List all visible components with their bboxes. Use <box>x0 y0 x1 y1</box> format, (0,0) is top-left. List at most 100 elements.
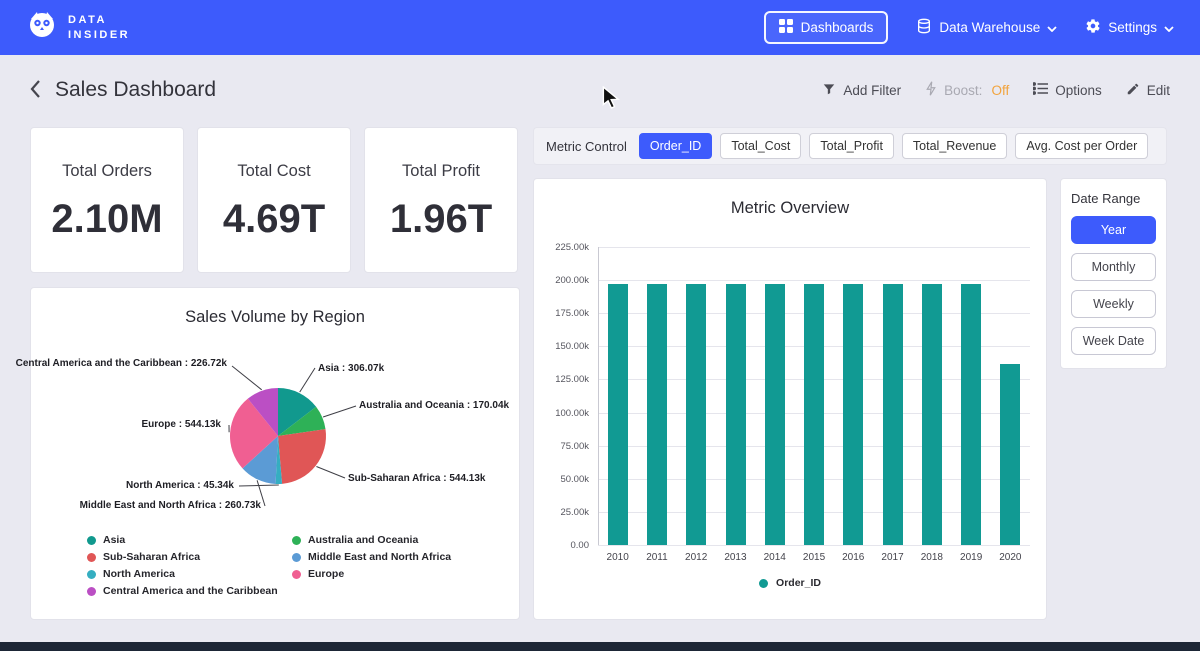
pie-legend-col-1: Asia Sub-Saharan Africa North America <box>87 534 292 602</box>
y-axis-tick: 75.00k <box>534 441 589 452</box>
x-axis-tick: 2015 <box>794 552 833 563</box>
x-axis-tick: 2018 <box>912 552 951 563</box>
y-axis-tick: 125.00k <box>534 374 589 385</box>
gridline <box>598 545 1030 546</box>
kpi-label: Total Orders <box>31 162 183 181</box>
gridline <box>598 280 1030 281</box>
chart-row: Metric Overview 0.0025.00k50.00k75.00k10… <box>533 178 1167 620</box>
date-range-week-date-button[interactable]: Week Date <box>1071 327 1156 355</box>
x-axis-tick: 2011 <box>637 552 676 563</box>
legend-item: Europe <box>292 568 497 580</box>
left-column: Total Orders 2.10M Total Cost 4.69T Tota… <box>30 127 520 620</box>
metric-button-total-revenue[interactable]: Total_Revenue <box>902 133 1007 159</box>
legend-label: Central America and the Caribbean <box>103 585 278 597</box>
kpi-row: Total Orders 2.10M Total Cost 4.69T Tota… <box>30 127 520 273</box>
bar-2019 <box>961 284 981 545</box>
options-button[interactable]: Options <box>1033 82 1102 98</box>
bar-2015 <box>804 284 824 545</box>
legend-item: North America <box>87 568 292 580</box>
subheader: Sales Dashboard Add Filter Boost: Off <box>0 55 1200 105</box>
legend-label: Asia <box>103 534 125 546</box>
legend-label: Sub-Saharan Africa <box>103 551 200 563</box>
y-axis-tick: 0.00 <box>534 540 589 551</box>
pie-callout-north-america: North America : 45.34k <box>126 480 234 491</box>
kpi-value: 2.10M <box>31 197 183 242</box>
dashboards-button[interactable]: Dashboards <box>764 11 889 44</box>
kpi-label: Total Profit <box>365 162 517 181</box>
kpi-value: 4.69T <box>198 197 350 242</box>
main-content: Total Orders 2.10M Total Cost 4.69T Tota… <box>30 127 1170 620</box>
page-title: Sales Dashboard <box>55 78 216 102</box>
y-axis-tick: 50.00k <box>534 474 589 485</box>
y-axis-tick: 100.00k <box>534 408 589 419</box>
y-axis-tick: 175.00k <box>534 308 589 319</box>
y-axis-tick: 25.00k <box>534 507 589 518</box>
pie-leader-line <box>232 366 262 390</box>
legend-item: Middle East and North Africa <box>292 551 497 563</box>
boost-label: Boost: <box>944 83 982 98</box>
settings-label: Settings <box>1108 20 1157 35</box>
pie-legend-col-2: Australia and Oceania Middle East and No… <box>292 534 497 602</box>
data-warehouse-label: Data Warehouse <box>939 20 1040 35</box>
bar-2011 <box>647 284 667 545</box>
metric-control-bar: Metric Control Order_ID Total_Cost Total… <box>533 127 1167 165</box>
brand: DATA INSIDER <box>26 9 130 46</box>
date-range-monthly-button[interactable]: Monthly <box>1071 253 1156 281</box>
pie-callout-europe: Europe : 544.13k <box>142 419 221 430</box>
x-axis-tick: 2013 <box>716 552 755 563</box>
chevron-down-icon <box>1164 20 1174 35</box>
bar-2014 <box>765 284 785 545</box>
legend-dot <box>87 570 96 579</box>
y-axis-tick: 200.00k <box>534 275 589 286</box>
date-range-weekly-button[interactable]: Weekly <box>1071 290 1156 318</box>
bar-2010 <box>608 284 628 545</box>
back-button[interactable] <box>30 80 41 101</box>
pie-callout-asia: Asia : 306.07k <box>318 363 384 374</box>
x-axis-tick: 2020 <box>991 552 1030 563</box>
legend-dot <box>292 553 301 562</box>
brand-line1: DATA <box>68 13 130 28</box>
data-warehouse-menu[interactable]: Data Warehouse <box>916 18 1057 37</box>
bar-2012 <box>686 284 706 545</box>
pencil-icon <box>1126 82 1140 99</box>
metric-button-total-profit[interactable]: Total_Profit <box>809 133 894 159</box>
date-range-year-button[interactable]: Year <box>1071 216 1156 244</box>
x-axis-tick: 2014 <box>755 552 794 563</box>
pie-callout-mena: Middle East and North Africa : 260.73k <box>80 500 261 511</box>
y-axis-tick: 150.00k <box>534 341 589 352</box>
settings-menu[interactable]: Settings <box>1085 18 1174 37</box>
boost-state: Off <box>991 83 1009 98</box>
legend-label: Europe <box>308 568 344 580</box>
pie-chart-panel: Sales Volume by Region Asia : 306.07k Au… <box>30 287 520 620</box>
filter-funnel-icon <box>822 82 836 99</box>
legend-dot <box>87 587 96 596</box>
legend-item: Australia and Oceania <box>292 534 497 546</box>
legend-item: Asia <box>87 534 292 546</box>
legend-dot <box>292 536 301 545</box>
metric-button-order-id[interactable]: Order_ID <box>639 133 712 159</box>
x-axis-tick: 2019 <box>952 552 991 563</box>
boost-toggle[interactable]: Boost: Off <box>925 81 1009 99</box>
owl-logo-icon <box>26 9 58 46</box>
date-range-panel: Date Range Year Monthly Weekly Week Date <box>1060 178 1167 369</box>
lightning-icon <box>925 81 937 99</box>
options-label: Options <box>1055 83 1102 98</box>
edit-label: Edit <box>1147 83 1170 98</box>
legend-dot <box>292 570 301 579</box>
metric-button-avg-cost-per-order[interactable]: Avg. Cost per Order <box>1015 133 1148 159</box>
list-icon <box>1033 82 1048 98</box>
metric-button-total-cost[interactable]: Total_Cost <box>720 133 801 159</box>
chevron-left-icon <box>30 80 41 101</box>
kpi-label: Total Cost <box>198 162 350 181</box>
legend-label: Middle East and North Africa <box>308 551 451 563</box>
add-filter-button[interactable]: Add Filter <box>822 82 901 99</box>
bar-2017 <box>883 284 903 545</box>
edit-button[interactable]: Edit <box>1126 82 1170 99</box>
dashboards-grid-icon <box>779 19 793 36</box>
bottom-strip <box>0 642 1200 651</box>
legend-dot <box>87 536 96 545</box>
legend-dot <box>87 553 96 562</box>
legend-dot <box>759 579 768 588</box>
pie-leader-line <box>323 406 356 417</box>
bar-chart-legend: Order_ID <box>534 577 1046 589</box>
